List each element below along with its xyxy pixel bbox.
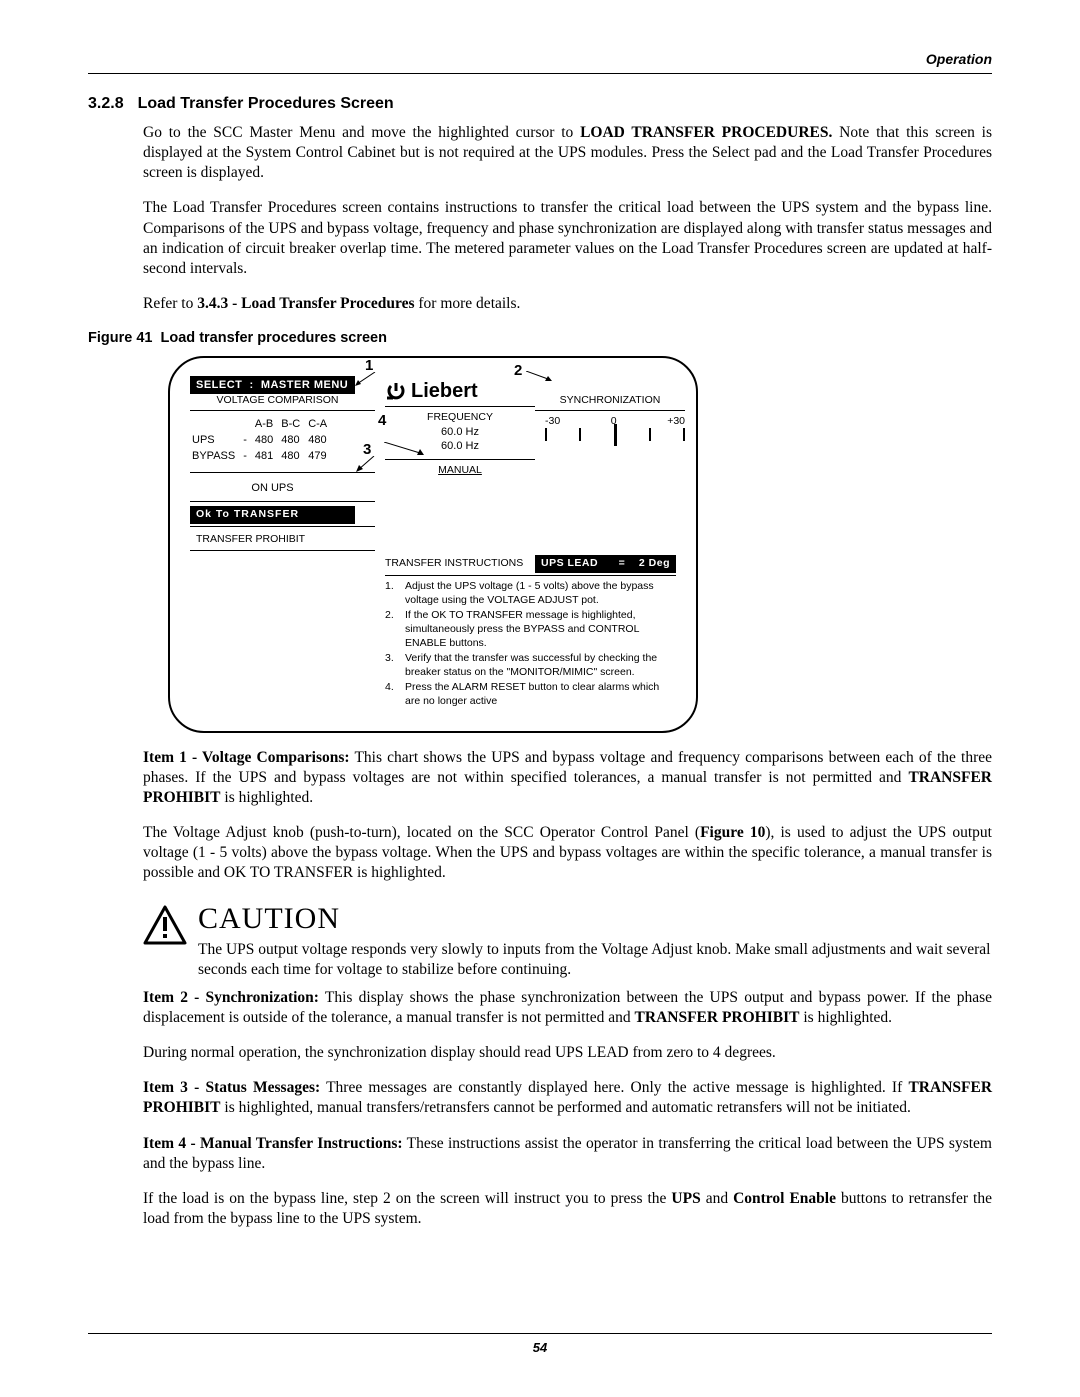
- item2-para: Item 2 - Synchronization: This display s…: [143, 988, 992, 1028]
- callout-3-arrow: [356, 456, 378, 472]
- callout-1-arrow: [355, 372, 377, 386]
- caution-block: CAUTION The UPS output voltage responds …: [143, 899, 992, 980]
- sync-ticks: [545, 428, 685, 446]
- select-master-menu-bar: SELECT : MASTER MENU: [190, 376, 355, 394]
- section-heading: 3.2.8Load Transfer Procedures Screen: [88, 94, 992, 115]
- item3-para: Item 3 - Status Messages: Three messages…: [143, 1078, 992, 1118]
- caution-title: CAUTION: [198, 899, 992, 938]
- brand-logo: Liebert: [385, 378, 535, 404]
- frequency-label: FREQUENCY: [385, 411, 535, 425]
- frequency-ups: 60.0 Hz: [385, 425, 535, 439]
- ups-lead-bar: UPS LEAD = 2 Deg: [535, 555, 676, 573]
- item4-para2: If the load is on the bypass line, step …: [143, 1189, 992, 1229]
- synchronization-label: SYNCHRONIZATION: [535, 394, 685, 408]
- callout-4-number: 4: [378, 411, 386, 431]
- manual-label: MANUAL: [385, 464, 535, 478]
- voltage-table: A-B B-C C-A UPS- 480 480 480 BYPASS-: [190, 415, 335, 466]
- power-icon: [385, 380, 407, 402]
- status-on-ups: ON UPS: [190, 477, 385, 499]
- callout-4-arrow: [384, 442, 424, 456]
- screen-diagram: 1 2 3 4 SELECT : MASTER MENU VOLTAGE COM…: [168, 356, 698, 733]
- transfer-instruction-list: 1.Adjust the UPS voltage (1 - 5 volts) a…: [385, 580, 676, 709]
- running-header: Operation: [88, 50, 992, 74]
- callout-2-number: 2: [514, 361, 522, 381]
- figure-caption: Figure 41 Load transfer procedures scree…: [88, 329, 992, 348]
- caution-text: The UPS output voltage responds very slo…: [198, 940, 992, 980]
- voltage-comparison-label: VOLTAGE COMPARISON: [190, 394, 385, 408]
- status-ok-to-transfer: Ok To TRANSFER: [190, 506, 355, 524]
- warning-triangle-icon: [143, 905, 187, 945]
- para-2: The Load Transfer Procedures screen cont…: [143, 198, 992, 279]
- item4-para1: Item 4 - Manual Transfer Instructions: T…: [143, 1134, 992, 1174]
- page-footer: 54: [88, 1333, 992, 1357]
- item2-para2: During normal operation, the synchroniza…: [143, 1043, 992, 1063]
- status-transfer-prohibit: TRANSFER PROHIBIT: [190, 531, 385, 549]
- item1-para1: Item 1 - Voltage Comparisons: This chart…: [143, 748, 992, 808]
- transfer-instructions-label: TRANSFER INSTRUCTIONS: [385, 557, 529, 571]
- para-1: Go to the SCC Master Menu and move the h…: [143, 123, 992, 183]
- item1-para2: The Voltage Adjust knob (push-to-turn), …: [143, 823, 992, 883]
- para-3: Refer to 3.4.3 - Load Transfer Procedure…: [143, 294, 992, 314]
- callout-2-arrow: [526, 371, 552, 381]
